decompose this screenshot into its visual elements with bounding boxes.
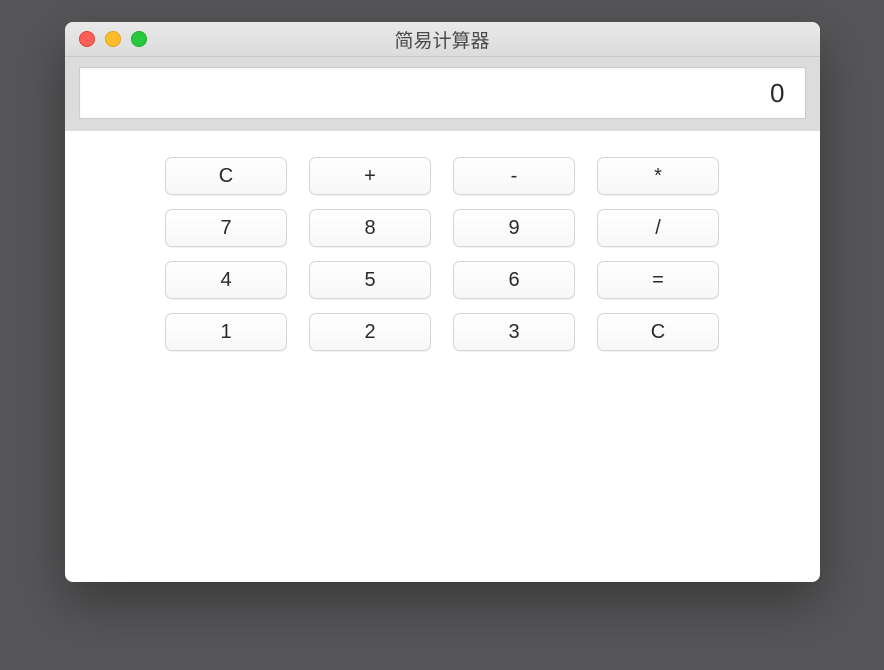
- key-5[interactable]: 5: [309, 261, 431, 299]
- display-output: 0: [79, 67, 806, 119]
- key-minus[interactable]: -: [453, 157, 575, 195]
- display-area: 0: [65, 57, 820, 131]
- keypad-area: C + - * 7 8 9 / 4 5 6 = 1 2 3 C: [65, 131, 820, 351]
- key-clear[interactable]: C: [165, 157, 287, 195]
- key-2[interactable]: 2: [309, 313, 431, 351]
- maximize-icon[interactable]: [131, 31, 147, 47]
- key-divide[interactable]: /: [597, 209, 719, 247]
- keypad: C + - * 7 8 9 / 4 5 6 = 1 2 3 C: [65, 157, 820, 351]
- key-3[interactable]: 3: [453, 313, 575, 351]
- key-7[interactable]: 7: [165, 209, 287, 247]
- key-1[interactable]: 1: [165, 313, 287, 351]
- key-6[interactable]: 6: [453, 261, 575, 299]
- close-icon[interactable]: [79, 31, 95, 47]
- key-4[interactable]: 4: [165, 261, 287, 299]
- app-window: 简易计算器 0 C + - * 7 8 9 / 4 5 6 = 1 2 3 C: [65, 22, 820, 582]
- key-8[interactable]: 8: [309, 209, 431, 247]
- key-9[interactable]: 9: [453, 209, 575, 247]
- key-multiply[interactable]: *: [597, 157, 719, 195]
- titlebar: 简易计算器: [65, 22, 820, 57]
- key-equals[interactable]: =: [597, 261, 719, 299]
- traffic-lights: [65, 31, 147, 47]
- minimize-icon[interactable]: [105, 31, 121, 47]
- key-clear-2[interactable]: C: [597, 313, 719, 351]
- window-title: 简易计算器: [65, 26, 820, 53]
- key-plus[interactable]: +: [309, 157, 431, 195]
